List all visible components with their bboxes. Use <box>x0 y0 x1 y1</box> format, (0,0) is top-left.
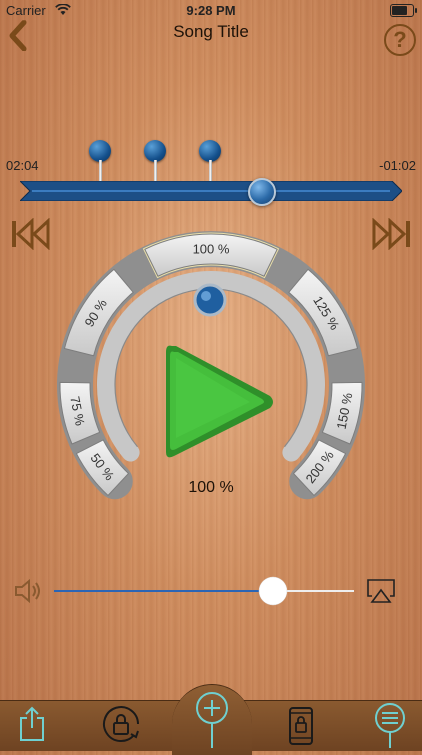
rotation-lock-icon[interactable] <box>98 704 146 746</box>
help-button[interactable]: ? <box>384 24 416 56</box>
question-mark-icon: ? <box>393 27 407 52</box>
battery-icon <box>390 4 417 17</box>
marker-list-icon[interactable] <box>372 702 408 748</box>
play-icon <box>166 345 273 458</box>
current-speed-label: 100 % <box>188 479 234 496</box>
play-button[interactable] <box>162 338 278 466</box>
speaker-icon <box>15 578 40 604</box>
airplay-icon[interactable] <box>366 578 396 604</box>
status-time: 9:28 PM <box>186 3 236 18</box>
share-icon[interactable] <box>18 706 46 742</box>
add-marker-icon[interactable] <box>192 690 232 750</box>
speed-preset-label: 100 % <box>193 242 230 257</box>
screen-lock-icon[interactable] <box>288 706 314 746</box>
timeline-thumb[interactable] <box>247 178 276 206</box>
speed-dial-thumb[interactable] <box>193 283 227 317</box>
page-title: Song Title <box>173 22 249 41</box>
volume-slider[interactable] <box>52 576 356 606</box>
remaining-time: -01:02 <box>379 158 416 173</box>
elapsed-time: 02:04 <box>6 158 39 173</box>
status-bar: Carrier 9:28 PM <box>0 0 422 20</box>
timeline-slider[interactable] <box>20 181 402 201</box>
